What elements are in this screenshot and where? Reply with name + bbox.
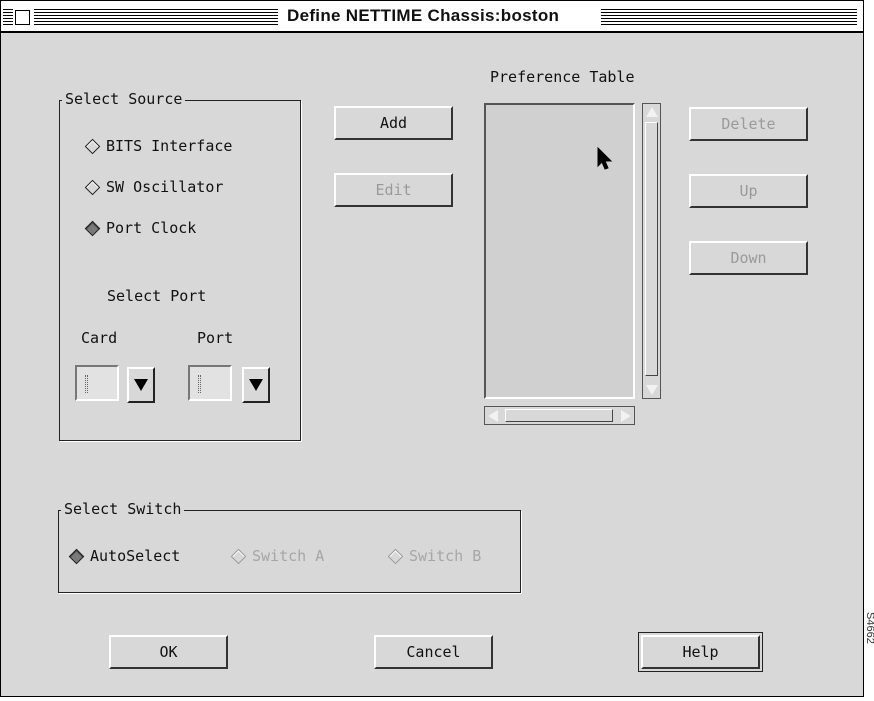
vertical-scroll-thumb[interactable] (645, 122, 658, 376)
scroll-right-arrow-icon[interactable] (621, 410, 631, 422)
radio-diamond-icon (84, 138, 101, 154)
radio-diamond-icon (387, 548, 404, 564)
edit-button[interactable]: Edit (334, 173, 453, 207)
radio-bits-interface[interactable]: BITS Interface (84, 137, 233, 155)
text-cursor-icon (198, 375, 201, 393)
radio-label: Switch A (252, 547, 325, 565)
help-button[interactable]: Help (638, 632, 763, 672)
port-dropdown-button[interactable] (242, 367, 270, 403)
figure-code: S4662 (862, 612, 874, 700)
up-button[interactable]: Up (689, 174, 808, 208)
port-input[interactable] (188, 365, 232, 401)
figure-code-text: S4662 (864, 612, 874, 644)
radio-sw-oscillator[interactable]: SW Oscillator (84, 178, 224, 196)
select-switch-legend: Select Switch (61, 500, 185, 518)
text-cursor-icon (85, 375, 88, 393)
window-title: Define NETTIME Chassis:boston (287, 6, 560, 25)
radio-diamond-selected-icon (84, 220, 101, 236)
card-dropdown-button[interactable] (127, 367, 155, 403)
preference-table-horizontal-scrollbar[interactable] (484, 406, 635, 425)
radio-label: AutoSelect (90, 547, 181, 565)
scroll-left-arrow-icon[interactable] (488, 410, 498, 422)
radio-autoselect[interactable]: AutoSelect (68, 547, 181, 565)
port-label: Port (197, 329, 234, 347)
ok-button[interactable]: OK (109, 635, 228, 669)
mouse-pointer-icon (597, 147, 613, 170)
cancel-button[interactable]: Cancel (374, 635, 493, 669)
triangle-down-icon (249, 379, 263, 391)
card-label: Card (81, 329, 118, 347)
radio-diamond-selected-icon (68, 548, 85, 564)
title-bar[interactable]: Define NETTIME Chassis:boston (1, 1, 863, 33)
horizontal-scroll-thumb[interactable] (505, 409, 613, 422)
radio-port-clock[interactable]: Port Clock (84, 219, 197, 237)
card-input[interactable] (75, 365, 119, 401)
close-box-icon[interactable] (15, 10, 30, 25)
scroll-up-arrow-icon[interactable] (646, 107, 658, 117)
radio-switch-a[interactable]: Switch A (230, 547, 325, 565)
radio-label: Port Clock (106, 219, 197, 237)
radio-diamond-icon (84, 179, 101, 195)
delete-button[interactable]: Delete (689, 107, 808, 141)
radio-label: BITS Interface (106, 137, 233, 155)
preference-table-label: Preference Table (490, 68, 635, 86)
add-button[interactable]: Add (334, 106, 453, 140)
define-nettime-dialog: Define NETTIME Chassis:boston Select Sou… (0, 0, 864, 697)
scroll-down-arrow-icon[interactable] (646, 385, 658, 395)
radio-diamond-icon (230, 548, 247, 564)
down-button[interactable]: Down (689, 241, 808, 275)
radio-switch-b[interactable]: Switch B (387, 547, 482, 565)
select-port-label: Select Port (107, 287, 207, 305)
radio-label: SW Oscillator (106, 178, 224, 196)
select-source-legend: Select Source (62, 90, 186, 108)
radio-label: Switch B (409, 547, 482, 565)
triangle-down-icon (134, 379, 148, 391)
preference-table-vertical-scrollbar[interactable] (642, 103, 661, 399)
